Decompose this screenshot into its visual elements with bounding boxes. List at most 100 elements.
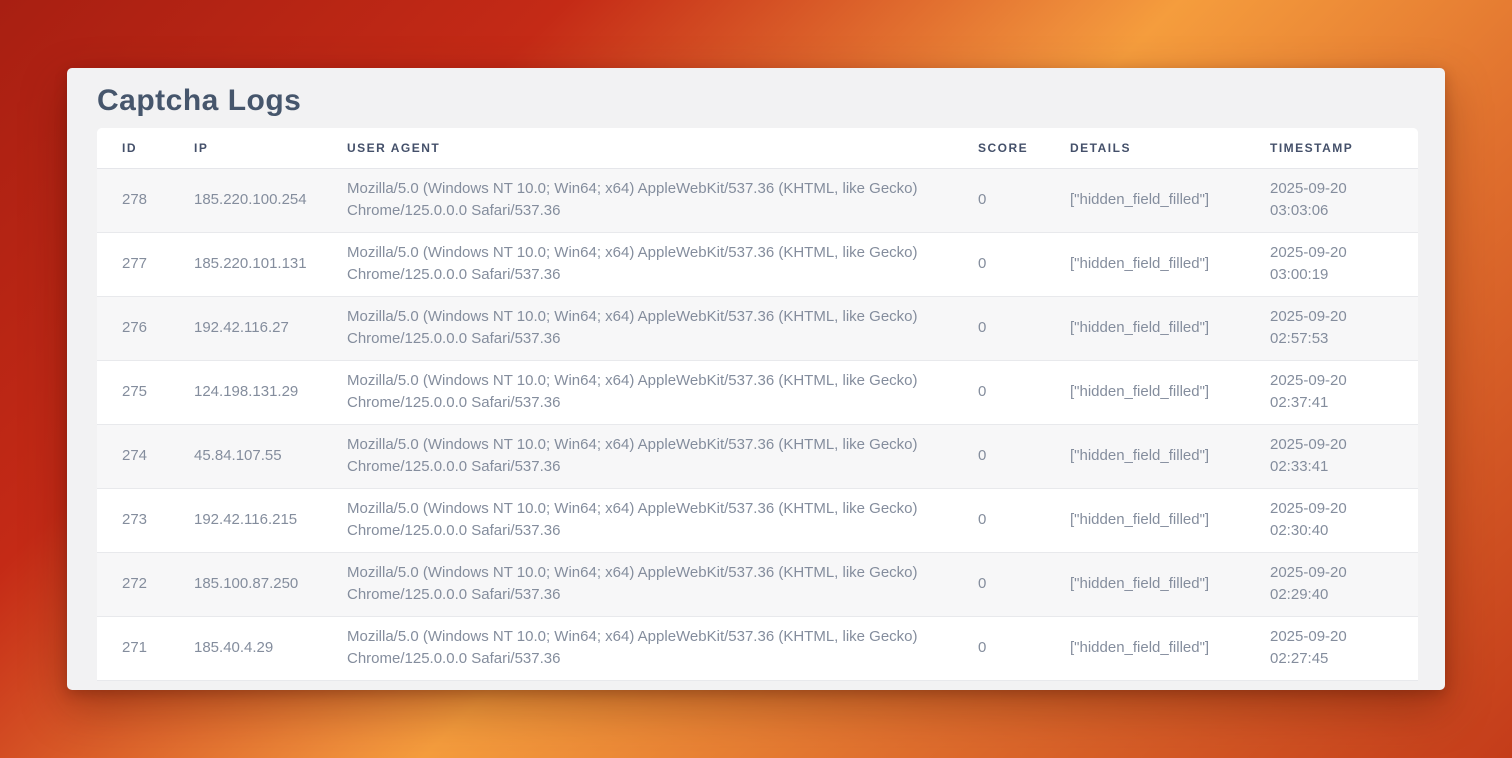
table-row: 275 124.198.131.29 Mozilla/5.0 (Windows …	[97, 360, 1418, 424]
cell-score: 0	[978, 296, 1070, 360]
cell-timestamp: 2025-09-20 02:57:53	[1270, 296, 1418, 360]
cell-details: ["hidden_field_filled"]	[1070, 232, 1270, 296]
table-row: 272 185.100.87.250 Mozilla/5.0 (Windows …	[97, 552, 1418, 616]
user-agent-line-1: Mozilla/5.0 (Windows NT 10.0; Win64; x64…	[347, 178, 970, 200]
table-body: 278 185.220.100.254 Mozilla/5.0 (Windows…	[97, 168, 1418, 680]
user-agent-line-2: Chrome/125.0.0.0 Safari/537.36	[347, 520, 970, 542]
user-agent-line-1: Mozilla/5.0 (Windows NT 10.0; Win64; x64…	[347, 242, 970, 264]
cell-score: 0	[978, 232, 1070, 296]
column-header-timestamp: TIMESTAMP	[1270, 128, 1418, 168]
column-header-details: DETAILS	[1070, 128, 1270, 168]
table-header-row: ID IP USER AGENT SCORE DETAILS TIMESTAMP	[97, 128, 1418, 168]
cell-id: 277	[97, 232, 194, 296]
cell-id: 271	[97, 616, 194, 680]
column-header-ip: IP	[194, 128, 347, 168]
timestamp-time: 02:29:40	[1270, 584, 1408, 606]
cell-user-agent: Mozilla/5.0 (Windows NT 10.0; Win64; x64…	[347, 616, 978, 680]
user-agent-line-1: Mozilla/5.0 (Windows NT 10.0; Win64; x64…	[347, 306, 970, 328]
user-agent-line-1: Mozilla/5.0 (Windows NT 10.0; Win64; x64…	[347, 562, 970, 584]
user-agent-line-1: Mozilla/5.0 (Windows NT 10.0; Win64; x64…	[347, 498, 970, 520]
timestamp-date: 2025-09-20	[1270, 562, 1408, 584]
timestamp-date: 2025-09-20	[1270, 498, 1408, 520]
cell-score: 0	[978, 488, 1070, 552]
cell-ip: 185.220.101.131	[194, 232, 347, 296]
captcha-logs-table: ID IP USER AGENT SCORE DETAILS TIMESTAMP…	[97, 128, 1418, 681]
user-agent-line-2: Chrome/125.0.0.0 Safari/537.36	[347, 456, 970, 478]
cell-details: ["hidden_field_filled"]	[1070, 552, 1270, 616]
cell-user-agent: Mozilla/5.0 (Windows NT 10.0; Win64; x64…	[347, 296, 978, 360]
cell-user-agent: Mozilla/5.0 (Windows NT 10.0; Win64; x64…	[347, 552, 978, 616]
user-agent-line-1: Mozilla/5.0 (Windows NT 10.0; Win64; x64…	[347, 370, 970, 392]
cell-details: ["hidden_field_filled"]	[1070, 488, 1270, 552]
table-row: 276 192.42.116.27 Mozilla/5.0 (Windows N…	[97, 296, 1418, 360]
cell-score: 0	[978, 616, 1070, 680]
cell-details: ["hidden_field_filled"]	[1070, 168, 1270, 232]
user-agent-line-1: Mozilla/5.0 (Windows NT 10.0; Win64; x64…	[347, 626, 970, 648]
cell-id: 275	[97, 360, 194, 424]
column-header-user-agent: USER AGENT	[347, 128, 978, 168]
user-agent-line-2: Chrome/125.0.0.0 Safari/537.36	[347, 264, 970, 286]
cell-user-agent: Mozilla/5.0 (Windows NT 10.0; Win64; x64…	[347, 168, 978, 232]
timestamp-time: 02:30:40	[1270, 520, 1408, 542]
timestamp-date: 2025-09-20	[1270, 434, 1408, 456]
table-row: 274 45.84.107.55 Mozilla/5.0 (Windows NT…	[97, 424, 1418, 488]
timestamp-time: 03:00:19	[1270, 264, 1408, 286]
cell-id: 278	[97, 168, 194, 232]
cell-user-agent: Mozilla/5.0 (Windows NT 10.0; Win64; x64…	[347, 488, 978, 552]
cell-ip: 185.40.4.29	[194, 616, 347, 680]
cell-ip: 192.42.116.215	[194, 488, 347, 552]
cell-ip: 124.198.131.29	[194, 360, 347, 424]
cell-ip: 185.100.87.250	[194, 552, 347, 616]
cell-score: 0	[978, 552, 1070, 616]
user-agent-line-2: Chrome/125.0.0.0 Safari/537.36	[347, 648, 970, 670]
page-title: Captcha Logs	[97, 84, 1418, 118]
cell-score: 0	[978, 168, 1070, 232]
timestamp-date: 2025-09-20	[1270, 626, 1408, 648]
timestamp-date: 2025-09-20	[1270, 306, 1408, 328]
cell-timestamp: 2025-09-20 02:30:40	[1270, 488, 1418, 552]
cell-id: 273	[97, 488, 194, 552]
table-row: 273 192.42.116.215 Mozilla/5.0 (Windows …	[97, 488, 1418, 552]
cell-user-agent: Mozilla/5.0 (Windows NT 10.0; Win64; x64…	[347, 360, 978, 424]
timestamp-date: 2025-09-20	[1270, 178, 1408, 200]
timestamp-time: 02:37:41	[1270, 392, 1408, 414]
cell-id: 274	[97, 424, 194, 488]
cell-ip: 45.84.107.55	[194, 424, 347, 488]
cell-timestamp: 2025-09-20 02:33:41	[1270, 424, 1418, 488]
timestamp-time: 02:57:53	[1270, 328, 1408, 350]
timestamp-time: 02:27:45	[1270, 648, 1408, 670]
timestamp-time: 03:03:06	[1270, 200, 1408, 222]
cell-id: 272	[97, 552, 194, 616]
cell-details: ["hidden_field_filled"]	[1070, 360, 1270, 424]
cell-score: 0	[978, 424, 1070, 488]
cell-ip: 192.42.116.27	[194, 296, 347, 360]
cell-user-agent: Mozilla/5.0 (Windows NT 10.0; Win64; x64…	[347, 232, 978, 296]
column-header-id: ID	[97, 128, 194, 168]
user-agent-line-2: Chrome/125.0.0.0 Safari/537.36	[347, 328, 970, 350]
cell-id: 276	[97, 296, 194, 360]
table-row: 277 185.220.101.131 Mozilla/5.0 (Windows…	[97, 232, 1418, 296]
column-header-score: SCORE	[978, 128, 1070, 168]
cell-timestamp: 2025-09-20 03:00:19	[1270, 232, 1418, 296]
user-agent-line-1: Mozilla/5.0 (Windows NT 10.0; Win64; x64…	[347, 434, 970, 456]
table-row: 278 185.220.100.254 Mozilla/5.0 (Windows…	[97, 168, 1418, 232]
cell-ip: 185.220.100.254	[194, 168, 347, 232]
cell-timestamp: 2025-09-20 02:29:40	[1270, 552, 1418, 616]
user-agent-line-2: Chrome/125.0.0.0 Safari/537.36	[347, 584, 970, 606]
timestamp-date: 2025-09-20	[1270, 242, 1408, 264]
cell-score: 0	[978, 360, 1070, 424]
cell-user-agent: Mozilla/5.0 (Windows NT 10.0; Win64; x64…	[347, 424, 978, 488]
cell-details: ["hidden_field_filled"]	[1070, 296, 1270, 360]
user-agent-line-2: Chrome/125.0.0.0 Safari/537.36	[347, 392, 970, 414]
cell-timestamp: 2025-09-20 02:37:41	[1270, 360, 1418, 424]
user-agent-line-2: Chrome/125.0.0.0 Safari/537.36	[347, 200, 970, 222]
captcha-logs-card: Captcha Logs ID IP USER AGENT SCORE DETA…	[67, 68, 1445, 690]
cell-timestamp: 2025-09-20 02:27:45	[1270, 616, 1418, 680]
timestamp-date: 2025-09-20	[1270, 370, 1408, 392]
cell-details: ["hidden_field_filled"]	[1070, 616, 1270, 680]
table-row: 271 185.40.4.29 Mozilla/5.0 (Windows NT …	[97, 616, 1418, 680]
cell-details: ["hidden_field_filled"]	[1070, 424, 1270, 488]
logs-table-container: ID IP USER AGENT SCORE DETAILS TIMESTAMP…	[97, 128, 1418, 681]
timestamp-time: 02:33:41	[1270, 456, 1408, 478]
cell-timestamp: 2025-09-20 03:03:06	[1270, 168, 1418, 232]
